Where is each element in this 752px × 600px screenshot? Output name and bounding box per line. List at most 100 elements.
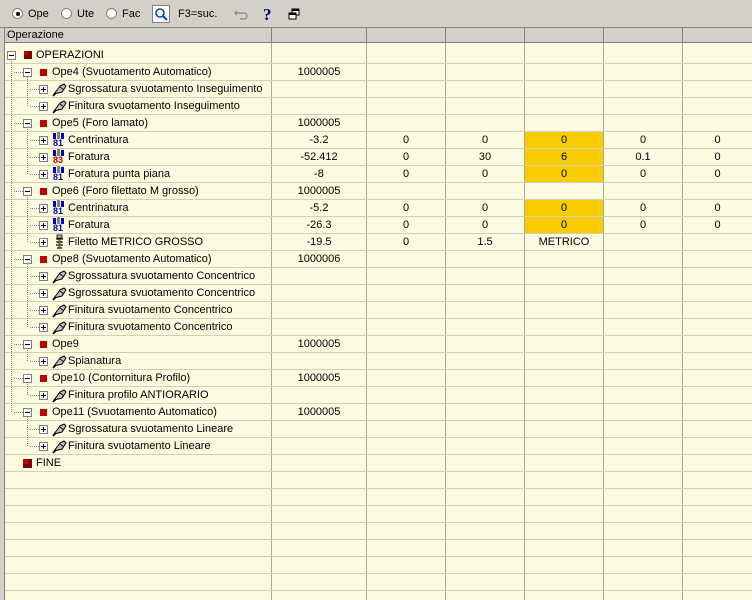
expand-toggle-icon[interactable] bbox=[39, 442, 48, 451]
cell-col3 bbox=[446, 64, 524, 81]
expand-toggle-icon[interactable] bbox=[39, 153, 48, 162]
column-header-5[interactable] bbox=[604, 28, 683, 43]
cell-col3 bbox=[446, 455, 524, 472]
undo-icon[interactable] bbox=[232, 5, 250, 23]
cell-col4: 6 bbox=[525, 149, 603, 165]
radio-ope-label[interactable]: Ope bbox=[28, 6, 49, 22]
radio-ute[interactable] bbox=[61, 8, 72, 19]
column-header-2[interactable] bbox=[367, 28, 446, 43]
radio-ope[interactable] bbox=[12, 8, 23, 19]
column-header-1[interactable] bbox=[272, 28, 367, 43]
radio-ute-label[interactable]: Ute bbox=[77, 6, 94, 22]
cell-col3 bbox=[446, 251, 524, 268]
table-row[interactable]: 81 Foratura -26.3 0 0 0 0 0 bbox=[5, 217, 752, 234]
row-name: Sgrossatura svuotamento Concentrico bbox=[68, 270, 256, 282]
table-row[interactable]: 81 Centrinatura -5.2 0 0 0 0 0 bbox=[5, 200, 752, 217]
row-name: Centrinatura bbox=[68, 134, 129, 146]
cell-col3 bbox=[446, 81, 524, 98]
cell-col6: 0 bbox=[714, 219, 721, 231]
help-icon[interactable]: ? bbox=[259, 5, 277, 24]
table-row[interactable]: 81 Centrinatura -3.2 0 0 0 0 0 bbox=[5, 132, 752, 149]
expand-toggle-icon[interactable] bbox=[39, 289, 48, 298]
cell-col3: 1.5 bbox=[477, 236, 493, 248]
cell-col3 bbox=[446, 438, 524, 455]
operation-row[interactable]: Ope11 (Svuotamento Automatico) 1000005 bbox=[5, 404, 752, 421]
table-row[interactable]: Sgrossatura svuotamento Inseguimento bbox=[5, 81, 752, 98]
cell-col1: -52.412 bbox=[300, 151, 338, 163]
row-name: Ope4 (Svuotamento Automatico) bbox=[52, 66, 212, 78]
tree-connector bbox=[27, 127, 28, 174]
table-row[interactable]: Filetto METRICO GROSSO -19.5 0 1.5 METRICO bbox=[5, 234, 752, 251]
cell-col5 bbox=[604, 438, 682, 455]
table-row[interactable]: Finitura svuotamento Concentrico bbox=[5, 319, 752, 336]
cell-col3 bbox=[446, 183, 524, 200]
cell-col1 bbox=[272, 81, 366, 98]
cell-col1: -8 bbox=[314, 168, 324, 180]
search-icon[interactable] bbox=[152, 5, 170, 23]
cell-col1 bbox=[272, 455, 366, 472]
table-row[interactable]: 81 Foratura punta piana -8 0 0 0 0 0 bbox=[5, 166, 752, 183]
row-name: FINE bbox=[36, 457, 62, 469]
table-row[interactable]: Finitura svuotamento Inseguimento bbox=[5, 98, 752, 115]
operation-row[interactable]: Ope5 (Foro lamato) 1000005 bbox=[5, 115, 752, 132]
operation-row[interactable]: Ope6 (Foro filettato M grosso) 1000005 bbox=[5, 183, 752, 200]
expand-toggle-icon[interactable] bbox=[39, 425, 48, 434]
expand-toggle-icon[interactable] bbox=[39, 323, 48, 332]
tree-connector bbox=[30, 140, 39, 141]
table-row[interactable]: Finitura profilo ANTIORARIO bbox=[5, 387, 752, 404]
expand-toggle-icon[interactable] bbox=[39, 170, 48, 179]
column-header-3[interactable] bbox=[446, 28, 525, 43]
expand-toggle-icon[interactable] bbox=[39, 221, 48, 230]
expand-toggle-icon[interactable] bbox=[39, 306, 48, 315]
radio-fac[interactable] bbox=[106, 8, 117, 19]
expand-toggle-icon[interactable] bbox=[39, 391, 48, 400]
table-row[interactable]: Sgrossatura svuotamento Concentrico bbox=[5, 268, 752, 285]
tree-connector bbox=[14, 123, 23, 124]
expand-toggle-icon[interactable] bbox=[39, 204, 48, 213]
expand-toggle-icon[interactable] bbox=[39, 102, 48, 111]
tree-root-row[interactable]: OPERAZIONI bbox=[5, 47, 752, 64]
column-header-operazione[interactable]: Operazione bbox=[5, 28, 272, 43]
radio-fac-label[interactable]: Fac bbox=[122, 6, 140, 22]
row-name: Finitura profilo ANTIORARIO bbox=[68, 389, 209, 401]
table-row[interactable]: Sgrossatura svuotamento Lineare bbox=[5, 421, 752, 438]
expand-toggle-icon[interactable] bbox=[39, 357, 48, 366]
table-row[interactable]: Spianatura bbox=[5, 353, 752, 370]
expand-toggle-icon[interactable] bbox=[39, 136, 48, 145]
expand-toggle-icon[interactable] bbox=[39, 272, 48, 281]
operations-grid[interactable]: Operazione OPERAZIONI Ope4 (Svuotamento A… bbox=[4, 28, 752, 600]
operation-row[interactable]: Ope10 (Contornitura Profilo) 1000005 bbox=[5, 370, 752, 387]
cell-col5 bbox=[604, 421, 682, 438]
column-header-4[interactable] bbox=[525, 28, 604, 43]
cell-col1 bbox=[272, 438, 366, 455]
row-name: Finitura svuotamento Inseguimento bbox=[68, 100, 240, 112]
tree-root-row[interactable]: FINE bbox=[5, 455, 752, 472]
cell-col4 bbox=[525, 302, 603, 319]
cell-col5 bbox=[604, 455, 682, 472]
cell-col2 bbox=[367, 370, 445, 387]
column-header-6[interactable] bbox=[683, 28, 752, 43]
row-name: Sgrossatura svuotamento Lineare bbox=[68, 423, 234, 435]
expand-toggle-icon[interactable] bbox=[39, 238, 48, 247]
row-name: Ope11 (Svuotamento Automatico) bbox=[52, 406, 217, 418]
operation-row[interactable]: Ope4 (Svuotamento Automatico) 1000005 bbox=[5, 64, 752, 81]
cell-col4 bbox=[525, 251, 603, 268]
cell-col2 bbox=[367, 81, 445, 98]
drill-cycle-81-icon: 81 bbox=[51, 166, 68, 183]
cell-col5 bbox=[604, 47, 682, 64]
cell-col2: 0 bbox=[402, 151, 410, 163]
table-row[interactable]: 83 Foratura -52.412 0 30 6 0.1 0 bbox=[5, 149, 752, 166]
operation-row[interactable]: Ope9 1000005 bbox=[5, 336, 752, 353]
cell-col3 bbox=[446, 336, 524, 353]
table-row[interactable]: Finitura svuotamento Lineare bbox=[5, 438, 752, 455]
restore-window-icon[interactable] bbox=[286, 5, 304, 23]
table-row[interactable]: Sgrossatura svuotamento Concentrico bbox=[5, 285, 752, 302]
cell-col6 bbox=[683, 98, 752, 115]
expand-toggle-icon[interactable] bbox=[39, 85, 48, 94]
cell-col5 bbox=[604, 183, 682, 200]
operation-row[interactable]: Ope8 (Svuotamento Automatico) 1000006 bbox=[5, 251, 752, 268]
table-row[interactable]: Finitura svuotamento Concentrico bbox=[5, 302, 752, 319]
cell-col1: 1000005 bbox=[297, 185, 341, 197]
row-divider bbox=[5, 573, 752, 574]
tree-connector bbox=[27, 195, 28, 242]
